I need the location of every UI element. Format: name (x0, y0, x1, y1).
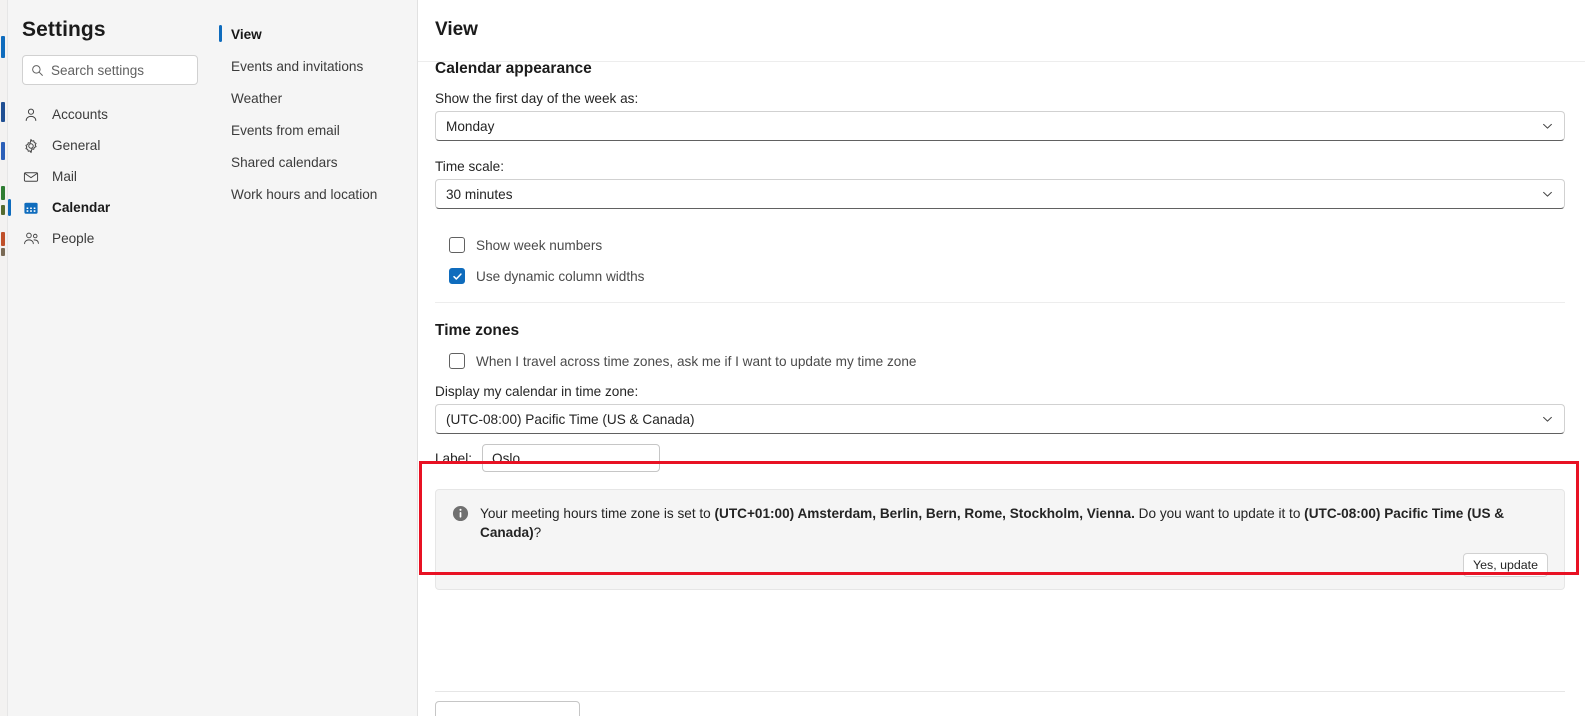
first-day-of-week-label: Show the first day of the week as: (435, 91, 639, 106)
sidebar-item-label: Mail (52, 169, 77, 184)
settings-title: Settings (22, 18, 106, 41)
gear-icon (22, 137, 40, 155)
message-part-2: Do you want to update it to (1134, 506, 1305, 521)
sidebar-item-label: People (52, 231, 95, 246)
section-calendar-appearance: Calendar appearance Show the first day o… (418, 60, 1585, 303)
subnav-item-label: Shared calendars (231, 154, 338, 170)
timezone-message-bar: Your meeting hours time zone is set to (… (435, 489, 1565, 590)
first-day-of-week-value: Monday (446, 118, 495, 134)
yes-update-button[interactable]: Yes, update (1463, 553, 1548, 577)
dynamic-column-widths-label: Use dynamic column widths (476, 268, 645, 284)
page-title: View (435, 19, 478, 40)
check-icon (452, 272, 462, 280)
display-timezone-label: Display my calendar in time zone: (435, 384, 639, 399)
sidebar-item-general[interactable]: General (0, 130, 212, 161)
subnav-item-work-hours-and-location[interactable]: Work hours and location (212, 178, 418, 210)
subnav-item-label: Work hours and location (231, 186, 378, 202)
search-settings-box[interactable] (22, 55, 198, 85)
chevron-down-icon (1541, 188, 1554, 201)
edge-mark (1, 232, 5, 246)
settings-content-pane: View Calendar appearance Show the first … (418, 0, 1585, 716)
envelope-icon (22, 168, 40, 186)
show-week-numbers-checkbox[interactable] (449, 237, 465, 253)
section-time-zones: Time zones When I travel across time zon… (418, 322, 1585, 369)
sidebar-item-label: General (52, 138, 101, 153)
show-week-numbers-label: Show week numbers (476, 237, 603, 253)
time-scale-dropdown[interactable]: 30 minutes (435, 179, 1565, 209)
header-divider (418, 61, 1585, 62)
bottom-divider (435, 691, 1565, 692)
search-input[interactable] (51, 62, 189, 78)
settings-category-column: Settings Accounts Ge (0, 0, 212, 716)
travel-timezone-label: When I travel across time zones, ask me … (476, 353, 917, 369)
bottom-partial-control[interactable] (435, 701, 580, 716)
timezone-message-text: Your meeting hours time zone is set to (… (480, 504, 1505, 542)
subnav-item-label: Events and invitations (231, 58, 364, 74)
dynamic-column-widths-checkbox[interactable] (449, 268, 465, 284)
timezone-label-row: Label: (435, 444, 1585, 472)
settings-window: Settings Accounts Ge (0, 0, 1585, 716)
person-icon (22, 106, 40, 124)
dynamic-column-widths-checkbox-row[interactable]: Use dynamic column widths (449, 268, 1585, 284)
time-scale-value: 30 minutes (446, 186, 513, 202)
chevron-down-icon (1541, 120, 1554, 133)
settings-category-list: Accounts General Mail Calendar People (0, 99, 212, 254)
timezone-label-input[interactable] (482, 444, 661, 472)
subnav-item-shared-calendars[interactable]: Shared calendars (212, 146, 418, 178)
sidebar-item-people[interactable]: People (0, 223, 212, 254)
subnav-item-label: View (231, 26, 262, 42)
first-day-of-week-dropdown[interactable]: Monday (435, 111, 1565, 141)
timezone-label-caption: Label: (435, 450, 473, 466)
people-icon (22, 230, 40, 248)
section-heading: Time zones (435, 322, 520, 339)
edge-mark (1, 248, 5, 256)
show-week-numbers-checkbox-row[interactable]: Show week numbers (449, 237, 1585, 253)
settings-sidebar: Settings Accounts Ge (0, 0, 418, 716)
time-scale-label: Time scale: (435, 159, 504, 174)
sidebar-item-label: Accounts (52, 107, 108, 122)
section-heading: Calendar appearance (435, 60, 592, 77)
edge-mark (1, 186, 5, 200)
edge-mark (1, 205, 5, 215)
display-timezone-dropdown[interactable]: (UTC-08:00) Pacific Time (US & Canada) (435, 404, 1565, 434)
subnav-item-label: Weather (231, 90, 283, 106)
sidebar-item-mail[interactable]: Mail (0, 161, 212, 192)
edge-mark (1, 102, 5, 122)
calendar-icon (22, 199, 40, 217)
subnav-item-events-from-email[interactable]: Events from email (212, 114, 418, 146)
subnav-item-view[interactable]: View (212, 18, 418, 50)
message-bold-1: (UTC+01:00) Amsterdam, Berlin, Bern, Rom… (714, 506, 1135, 521)
edge-mark (1, 142, 5, 160)
sidebar-item-calendar[interactable]: Calendar (0, 192, 212, 223)
sidebar-item-accounts[interactable]: Accounts (0, 99, 212, 130)
message-part-3: ? (533, 525, 542, 540)
message-part-1: Your meeting hours time zone is set to (480, 506, 715, 521)
chevron-down-icon (1541, 413, 1554, 426)
subnav-item-label: Events from email (231, 122, 340, 138)
app-edge-rail (0, 0, 8, 716)
travel-timezone-checkbox[interactable] (449, 353, 465, 369)
display-timezone-value: (UTC-08:00) Pacific Time (US & Canada) (446, 411, 695, 427)
settings-subnav-column: View Events and invitations Weather Even… (212, 0, 418, 716)
edge-mark (1, 36, 5, 58)
display-timezone-block: Display my calendar in time zone: (UTC-0… (418, 384, 1585, 472)
calendar-subnav-list: View Events and invitations Weather Even… (212, 0, 418, 210)
subnav-item-events-and-invitations[interactable]: Events and invitations (212, 50, 418, 82)
section-divider (435, 302, 1565, 303)
sidebar-item-label: Calendar (52, 200, 111, 215)
subnav-item-weather[interactable]: Weather (212, 82, 418, 114)
travel-timezone-checkbox-row[interactable]: When I travel across time zones, ask me … (449, 353, 1585, 369)
info-icon (452, 505, 469, 522)
search-icon (31, 64, 44, 77)
